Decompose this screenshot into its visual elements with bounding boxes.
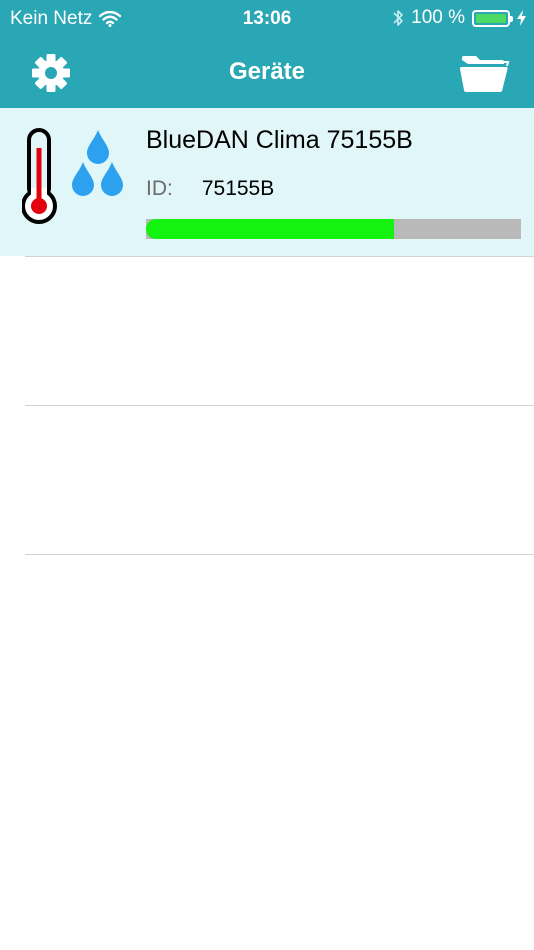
device-id-label: ID:	[146, 177, 173, 200]
navigation-bar: Geräte	[0, 38, 534, 108]
signal-progress-bar	[146, 219, 521, 239]
device-row[interactable]: BlueDAN Clima 75155B ID: 75155B	[0, 108, 534, 256]
battery-percent: 100 %	[411, 7, 465, 28]
empty-list-row	[25, 405, 534, 554]
charging-icon	[517, 10, 526, 26]
battery-icon	[472, 9, 513, 27]
status-right-group: 100 %	[392, 7, 526, 29]
battery-fill	[476, 13, 506, 23]
status-bar: Kein Netz 13:06 100 %	[0, 0, 534, 38]
empty-list-row	[25, 256, 534, 405]
signal-progress-fill	[146, 219, 394, 239]
folder-button[interactable]	[460, 54, 510, 94]
device-id: ID: 75155B	[146, 177, 274, 201]
thermometer-humidity-icon	[22, 128, 123, 224]
folder-icon	[460, 56, 510, 92]
bluetooth-icon	[393, 10, 403, 26]
empty-list-row	[25, 554, 534, 703]
top-bar: Kein Netz 13:06 100 % Geräte	[0, 0, 534, 108]
device-name: BlueDAN Clima 75155B	[146, 126, 413, 154]
page-title: Geräte	[228, 58, 306, 85]
device-list: BlueDAN Clima 75155B ID: 75155B	[0, 108, 534, 703]
device-id-value: 75155B	[201, 177, 275, 200]
battery-nub	[510, 15, 513, 22]
